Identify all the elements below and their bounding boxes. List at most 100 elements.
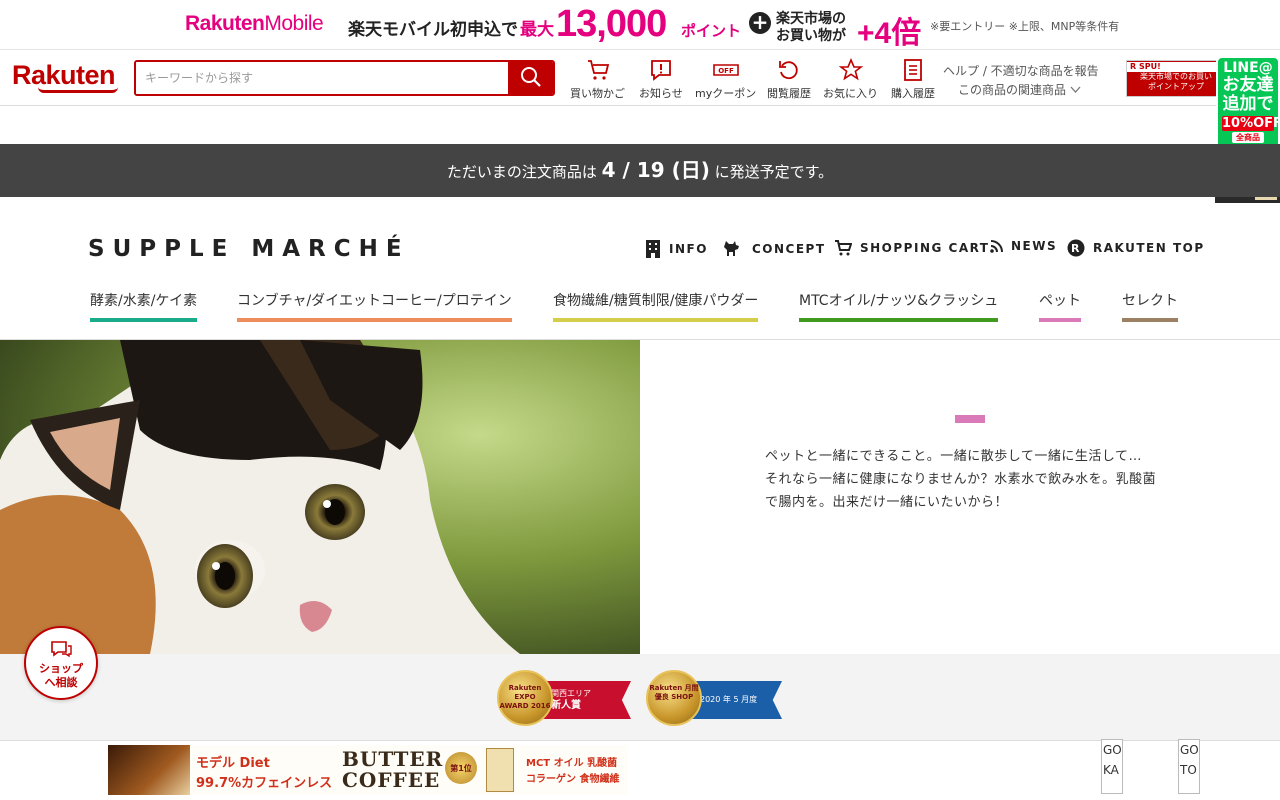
chevron-down-icon: [1070, 86, 1081, 93]
hero-accent-bar: [955, 415, 985, 423]
shop-nav-concept[interactable]: CONCEPT: [722, 239, 826, 259]
category-mtc-oil[interactable]: MTCオイル/ナッツ&クラッシュ: [799, 290, 999, 322]
coupon-icon-text: OFF: [718, 67, 734, 75]
category-pet[interactable]: ペット: [1039, 290, 1081, 322]
building-icon: [646, 240, 660, 258]
nav-cart-label: 買い物かご: [570, 87, 625, 100]
category-underline: [1039, 318, 1081, 322]
goto-label: TO: [1180, 763, 1197, 777]
line-friend-badge[interactable]: LINE@ お友達 追加で 10%OFF 全商品 初回: [1216, 56, 1280, 154]
cart-icon: [587, 60, 609, 80]
award-medal: Rakuten EXPO AWARD 2016: [497, 670, 553, 726]
receipt-icon: [904, 59, 922, 81]
butter-coffee-ad[interactable]: モデル Diet 99.7%カフェインレス BUTTER COFFEE 第1位 M…: [108, 745, 628, 795]
shipping-date: 4 / 19 (日): [601, 158, 710, 182]
notice-icon: [650, 60, 671, 81]
shop-chat-button[interactable]: ショップ へ相談: [24, 626, 98, 700]
category-fiber-label: 食物繊維/糖質制限/健康パウダー: [553, 293, 759, 309]
search-input[interactable]: [136, 62, 510, 94]
ad-line-2: 99.7%カフェインレス: [196, 776, 333, 791]
goto-label: KA: [1103, 763, 1119, 777]
promo-banner[interactable]: RakutenMobile 楽天モバイル初申込で 最大 13,000 ポイント …: [0, 0, 1280, 50]
dog-icon: [724, 241, 739, 256]
category-kombucha[interactable]: コンブチャ/ダイエットコーヒー/プロテイン: [237, 290, 512, 322]
star-icon: [838, 58, 863, 81]
nav-favorites-label: お気に入り: [823, 87, 878, 100]
ad-tag-1: MCT オイル 乳酸菌: [526, 758, 618, 769]
line-badge-title: LINE@: [1223, 60, 1273, 76]
rss-icon: [990, 239, 1003, 253]
search-button[interactable]: [508, 62, 553, 94]
award-medal: Rakuten 月間優良 SHOP: [646, 670, 702, 726]
goto-label: GO: [1103, 743, 1122, 757]
category-underline: [1122, 318, 1178, 322]
line-badge-sub-1: 全商品: [1232, 132, 1264, 143]
line-badge-line-3: 追加で: [1222, 94, 1274, 114]
category-select[interactable]: セレクト: [1122, 290, 1178, 322]
shipping-suffix: に発送予定です。: [714, 163, 834, 181]
category-enzyme-label: 酵素/水素/ケイ素: [90, 293, 198, 309]
goto-label: GO: [1180, 743, 1199, 757]
shop-nav-cart[interactable]: SHOPPING CART: [834, 239, 990, 257]
shop-nav-rakuten-top-label: RAKUTEN TOP: [1093, 241, 1205, 255]
nav-coupon[interactable]: OFF myクーポン: [695, 58, 756, 101]
spu-line-1: 楽天市場でのお買い: [1140, 72, 1212, 81]
category-mtc-oil-label: MTCオイル/ナッツ&クラッシュ: [799, 293, 999, 309]
category-underline: [90, 318, 198, 322]
category-kombucha-label: コンブチャ/ダイエットコーヒー/プロテイン: [237, 293, 512, 309]
shop-nav-cart-label: SHOPPING CART: [860, 241, 990, 255]
nav-notice-label: お知らせ: [639, 87, 683, 100]
shop-logo[interactable]: SUPPLE MARCHÉ: [88, 236, 410, 262]
shop-nav-rakuten-top[interactable]: R RAKUTEN TOP: [1067, 239, 1205, 257]
ad-tag-2: コラーゲン 食物繊維: [526, 774, 620, 785]
search-box: [134, 60, 555, 96]
line-badge-line-2: お友達: [1222, 75, 1274, 95]
category-fiber[interactable]: 食物繊維/糖質制限/健康パウダー: [553, 290, 759, 322]
promo-multiplier: +4倍: [857, 17, 922, 50]
goto-button-1[interactable]: GO KA: [1101, 739, 1123, 794]
category-enzyme[interactable]: 酵素/水素/ケイ素: [90, 290, 198, 322]
award-ribbon-small: 関西エリア: [551, 689, 591, 698]
coupon-icon: OFF: [712, 64, 739, 76]
spu-line-2: ポイントアップ: [1148, 82, 1204, 91]
ad-title: BUTTER COFFEE: [342, 749, 443, 791]
related-products-link[interactable]: この商品の関連商品: [958, 81, 1081, 98]
related-products-label: この商品の関連商品: [958, 83, 1067, 97]
chat-label-1: ショップ: [39, 662, 83, 675]
spu-tag: R SPU!: [1127, 62, 1225, 72]
award-monthly-shop: 2020 年 5 月度 Rakuten 月間優良 SHOP: [646, 670, 784, 728]
nav-history-label: 閲覧履歴: [767, 87, 811, 100]
shop-nav-news[interactable]: NEWS: [990, 239, 1057, 253]
rakuten-r-icon-letter: R: [1071, 242, 1081, 255]
category-select-label: セレクト: [1122, 293, 1178, 309]
search-icon: [520, 66, 541, 87]
ad-title-1: BUTTER: [342, 747, 444, 771]
rakuten-mobile-logo: RakutenMobile: [185, 12, 324, 35]
nav-purchase-history-label: 購入履歴: [891, 87, 935, 100]
category-underline: [799, 318, 999, 322]
help-link[interactable]: ヘルプ / 不適切な商品を報告: [943, 62, 1099, 79]
nav-cart[interactable]: 買い物かご: [570, 58, 625, 101]
ad-line-1: モデル Diet: [196, 756, 270, 771]
nav-purchase-history[interactable]: 購入履歴: [891, 58, 935, 101]
hero-text-line: で腸内を。出来だけ一緒にいたいから！: [765, 495, 1009, 510]
plus-icon: +: [749, 12, 771, 34]
shop-nav-concept-label: CONCEPT: [752, 242, 826, 256]
chat-bubble-icon: [51, 641, 72, 658]
line-badge-offer: 10%OFF: [1222, 116, 1280, 131]
nav-notice[interactable]: お知らせ: [639, 58, 683, 101]
spu-banner[interactable]: R SPU! 楽天市場でのお買い ポイントアップ: [1126, 60, 1226, 97]
goto-button-2[interactable]: GO TO: [1178, 739, 1200, 794]
hero-text-line: それなら一緒に健康になりませんか？水素水で飲み水を。乳酸菌: [765, 472, 1157, 487]
nav-history[interactable]: 閲覧履歴: [767, 58, 811, 101]
cart-icon: [835, 240, 852, 256]
shop-nav-info[interactable]: INFO: [645, 239, 708, 259]
award-ribbon-text: 新人賞: [551, 700, 581, 711]
award-expo-2016: 関西エリア 新人賞 Rakuten EXPO AWARD 2016: [497, 670, 633, 728]
hero-kitten-image: [0, 340, 640, 654]
nav-favorites[interactable]: お気に入り: [823, 58, 878, 101]
history-icon: [779, 61, 798, 80]
promo-points-number: 13,000: [556, 3, 667, 45]
shop-nav-news-label: NEWS: [1011, 239, 1058, 253]
rakuten-r-icon: R: [1067, 239, 1085, 257]
